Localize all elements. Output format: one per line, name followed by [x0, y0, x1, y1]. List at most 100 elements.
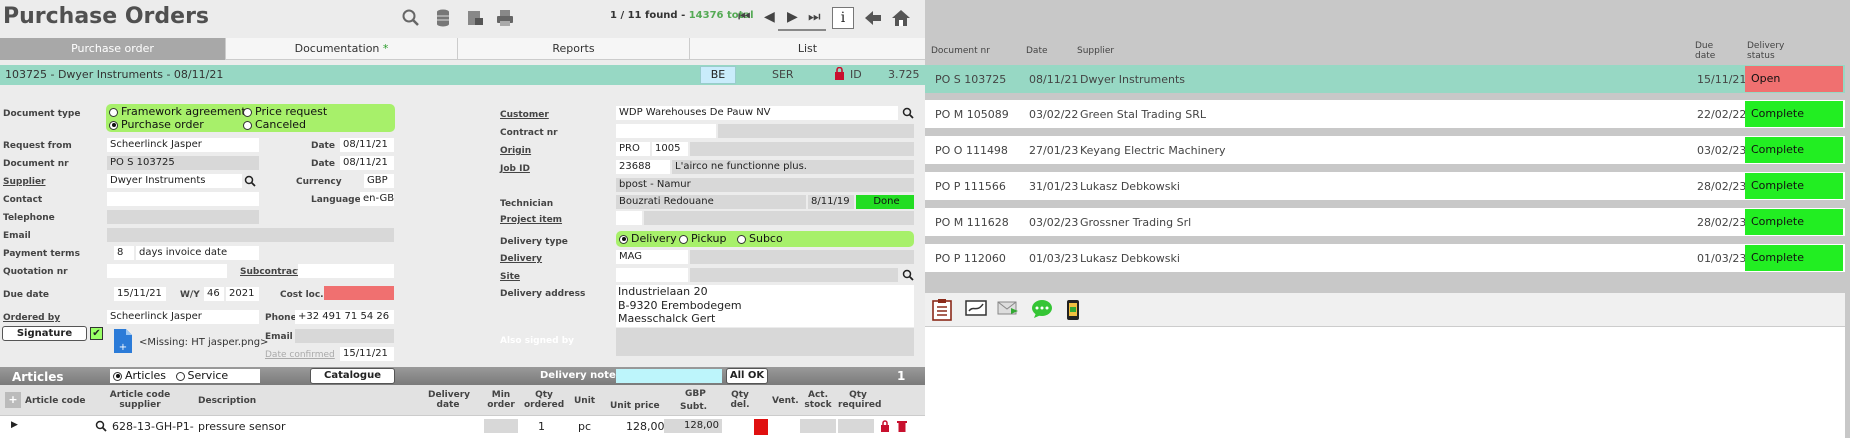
last-record-icon[interactable]: ⏭	[808, 9, 821, 25]
print-icon[interactable]	[494, 8, 516, 30]
back-arrow-icon[interactable]	[862, 8, 884, 30]
all-ok-button[interactable]: All OK	[726, 368, 768, 384]
catalogue-button[interactable]: Catalogue	[310, 368, 395, 384]
date-confirmed-field[interactable]: 15/11/21	[340, 347, 394, 361]
tab-list[interactable]: List	[690, 38, 925, 60]
language-field[interactable]: en-GB	[360, 192, 394, 206]
radio-price-request[interactable]: Price request	[243, 105, 327, 118]
technician-label: Technician	[500, 199, 554, 209]
origin-link[interactable]: Origin	[500, 146, 531, 156]
supplier-search-icon[interactable]	[244, 175, 256, 190]
subcontract-link[interactable]: Subcontract	[240, 267, 302, 277]
project-item-link[interactable]: Project item	[500, 215, 562, 225]
customer-search-icon[interactable]	[902, 107, 914, 122]
unit-price-cell[interactable]: 128,00	[626, 420, 665, 433]
file-icon[interactable]: +	[113, 328, 133, 357]
lock-icon[interactable]	[880, 420, 890, 435]
tab-purchase-order[interactable]: Purchase order	[0, 38, 226, 60]
site-link[interactable]: Site	[500, 272, 520, 282]
payment-terms-field[interactable]: days invoice date	[136, 246, 259, 260]
delivery-link[interactable]: Delivery	[500, 254, 542, 264]
qty-delivered-indicator[interactable]	[754, 419, 768, 435]
site-field[interactable]	[616, 268, 688, 282]
delivery-note-field[interactable]	[616, 369, 722, 383]
delete-icon[interactable]	[897, 420, 907, 435]
year-field[interactable]: 2021	[226, 287, 259, 301]
ordered-by-link[interactable]: Ordered by	[3, 313, 60, 323]
radio-framework-agreement[interactable]: Framework agreement	[109, 105, 246, 118]
contract-nr-field[interactable]	[616, 124, 716, 138]
delivery-address-field[interactable]: Industrielaan 20 B-9320 Erembodegem Maes…	[616, 285, 914, 327]
table-row[interactable]: PO M 105089 03/02/22 Green Stal Trading …	[925, 100, 1845, 128]
unit-cell[interactable]: pc	[578, 420, 591, 433]
tab-documentation[interactable]: Documentation *	[226, 38, 458, 60]
origin-nr-field[interactable]: 1005	[652, 142, 688, 156]
date-field[interactable]: 08/11/21	[340, 138, 394, 152]
technician-status-badge: Done	[856, 195, 914, 209]
row-expand-icon[interactable]: ▶	[11, 420, 18, 430]
article-search-icon[interactable]	[95, 420, 107, 435]
quotation-nr-field[interactable]	[107, 264, 227, 278]
table-row[interactable]: PO O 111498 27/01/23 Keyang Electric Mac…	[925, 136, 1845, 164]
first-record-icon[interactable]: ⏮	[738, 9, 751, 25]
ordered-by-field[interactable]: Scheerlinck Jasper	[107, 310, 259, 324]
chat-icon[interactable]	[1031, 299, 1052, 319]
lock-icon[interactable]	[834, 66, 845, 83]
payment-days-field[interactable]: 8	[114, 246, 134, 260]
customer-field[interactable]: WDP Warehouses De Pauw NV	[616, 106, 898, 120]
database-icon[interactable]	[432, 8, 454, 30]
country-badge[interactable]: BE	[700, 66, 736, 84]
qty-ordered-cell[interactable]: 1	[538, 420, 545, 433]
radio-delivery[interactable]: Delivery	[619, 232, 677, 245]
radio-service[interactable]: Service	[175, 369, 228, 382]
article-code-supplier-cell[interactable]: 628-13-GH-P1-	[112, 420, 194, 433]
customer-link[interactable]: Customer	[500, 110, 549, 120]
signature-button[interactable]: Signature	[2, 326, 87, 341]
radio-subco[interactable]: Subco	[737, 232, 783, 245]
radio-canceled[interactable]: Canceled	[243, 118, 306, 131]
cost-location-field[interactable]	[324, 286, 394, 300]
contact-field[interactable]	[107, 192, 259, 206]
signature-checkbox[interactable]: ✔	[90, 327, 103, 340]
week-field[interactable]: 46	[204, 287, 224, 301]
currency-field[interactable]: GBP	[364, 174, 394, 188]
document-date-field[interactable]: 08/11/21	[340, 156, 394, 170]
due-date-field[interactable]: 15/11/21	[114, 287, 166, 301]
email-icon[interactable]	[997, 299, 1018, 319]
checklist-icon[interactable]	[932, 299, 952, 321]
home-icon[interactable]	[890, 8, 912, 30]
job-id-link[interactable]: Job ID	[500, 164, 530, 174]
origin-code-field[interactable]: PRO	[616, 142, 650, 156]
table-row[interactable]: PO S 103725 08/11/21 Dwyer Instruments 1…	[925, 65, 1845, 93]
table-row[interactable]: ▶ 628-13-GH-P1- pressure sensor 1 pc 128…	[0, 415, 925, 438]
phone-field[interactable]: +32 491 71 54 26	[295, 310, 394, 324]
delivery-field[interactable]: MAG	[616, 250, 688, 264]
navigation-slider[interactable]	[778, 29, 826, 31]
supplier-link[interactable]: Supplier	[3, 177, 46, 187]
description-cell[interactable]: pressure sensor	[198, 420, 285, 433]
signature-pad-icon[interactable]	[965, 299, 987, 319]
table-row[interactable]: PO M 111628 03/02/23 Grossner Trading Sr…	[925, 208, 1845, 236]
supplier-field[interactable]: Dwyer Instruments	[107, 174, 242, 188]
subcontract-field[interactable]	[298, 264, 394, 278]
request-from-field[interactable]: Scheerlinck Jasper	[107, 138, 259, 152]
table-row[interactable]: PO P 111566 31/01/23 Lukasz Debkowski 28…	[925, 172, 1845, 200]
site-search-icon[interactable]	[902, 269, 914, 284]
next-record-icon[interactable]: ▶	[787, 9, 798, 25]
info-icon[interactable]: i	[832, 7, 854, 29]
doc-nr-cell: PO P 112060	[935, 252, 1006, 265]
project-item-field[interactable]	[616, 211, 642, 225]
add-article-icon[interactable]: +	[5, 392, 21, 408]
status-badge: Complete	[1745, 137, 1843, 163]
radio-articles[interactable]: Articles	[113, 369, 166, 382]
job-id-field[interactable]: 23688	[616, 160, 670, 174]
export-icon[interactable]	[464, 8, 486, 30]
radio-purchase-order[interactable]: Purchase order	[109, 118, 204, 131]
doc-nr-cell: PO M 105089	[935, 108, 1009, 121]
table-row[interactable]: PO P 112060 01/03/23 Lukasz Debkowski 01…	[925, 244, 1845, 272]
radio-pickup[interactable]: Pickup	[679, 232, 726, 245]
mobile-phone-icon[interactable]	[1065, 299, 1085, 320]
previous-record-icon[interactable]: ◀	[764, 9, 775, 25]
search-icon[interactable]	[400, 8, 422, 30]
tab-reports[interactable]: Reports	[458, 38, 690, 60]
